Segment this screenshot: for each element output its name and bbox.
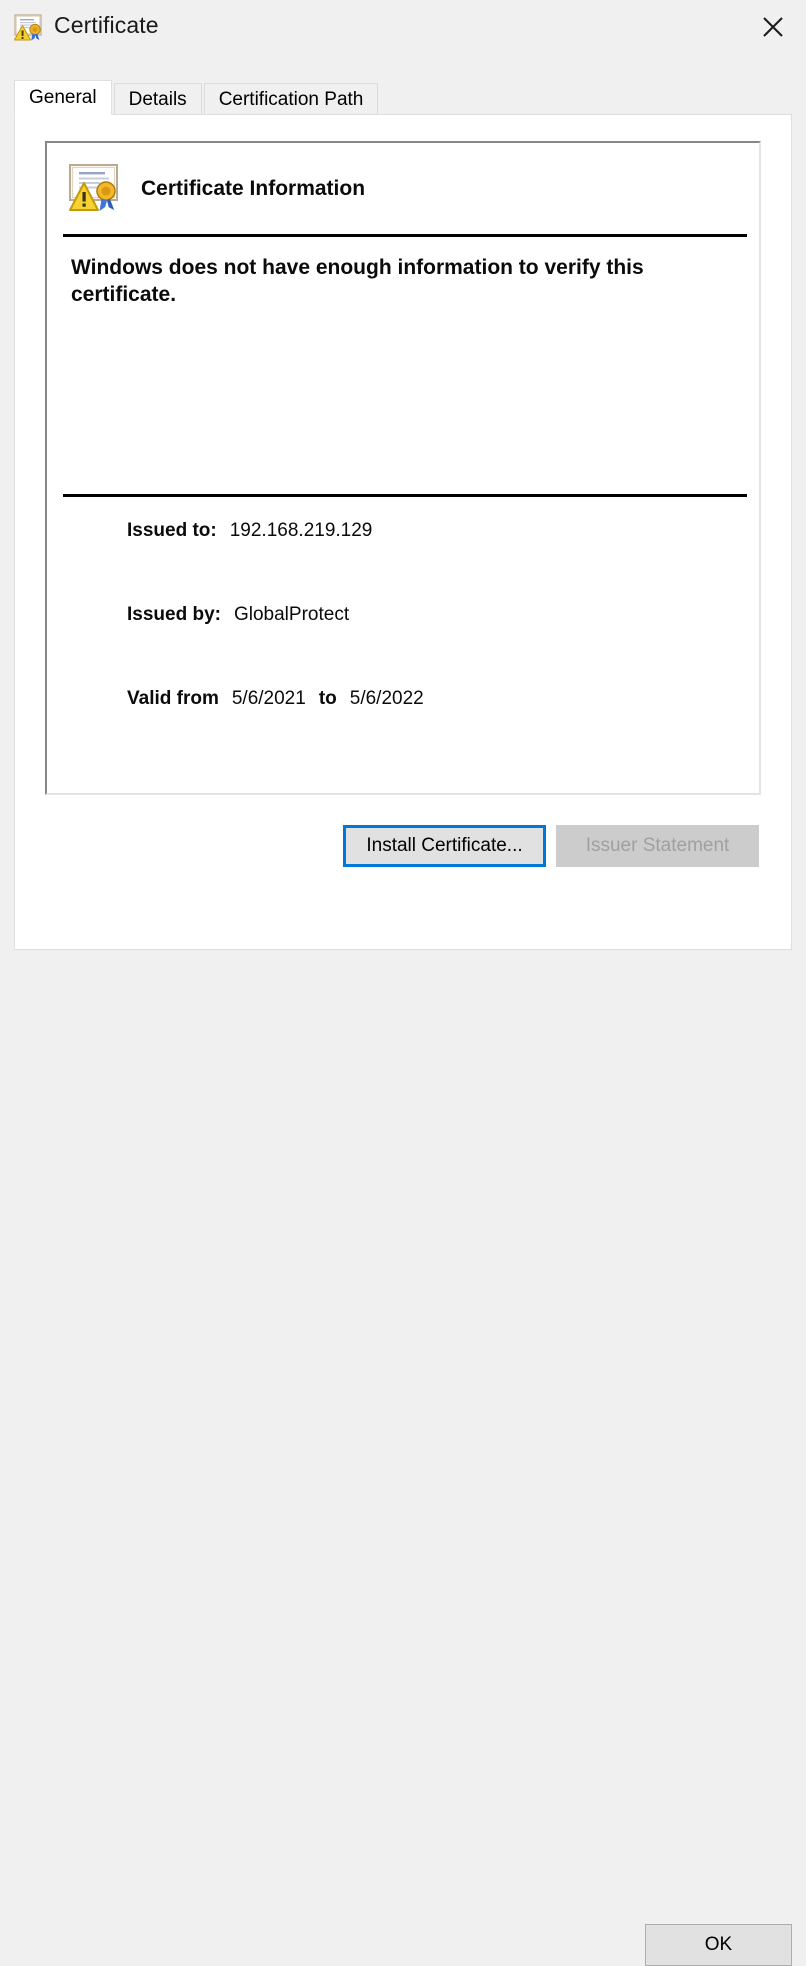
- general-tab-panel: Certificate Information Windows does not…: [14, 114, 792, 950]
- valid-to-value: 5/6/2022: [349, 688, 424, 709]
- tab-certification-path-label: Certification Path: [218, 88, 364, 110]
- issued-by-row: Issued by: GlobalProtect: [127, 604, 349, 626]
- certificate-info-header: Certificate Information: [67, 163, 365, 215]
- action-button-row: Install Certificate... Issuer Statement: [15, 825, 793, 875]
- tab-details-label: Details: [128, 88, 187, 110]
- certificate-warning-icon: [13, 13, 45, 43]
- issued-by-label: Issued by:: [127, 604, 221, 625]
- title-bar: Certificate: [0, 0, 806, 58]
- validity-row: Valid from 5/6/2021 to 5/6/2022: [127, 688, 424, 710]
- certificate-warning-icon: [67, 163, 123, 215]
- tab-general-label: General: [29, 86, 97, 108]
- details-separator: [63, 494, 747, 497]
- issued-to-value: 192.168.219.129: [229, 520, 373, 541]
- certificate-info-title: Certificate Information: [141, 177, 366, 200]
- valid-from-label: Valid from: [127, 688, 219, 709]
- certificate-info-box: Certificate Information Windows does not…: [45, 141, 761, 795]
- dialog-footer: OK: [0, 950, 806, 1966]
- install-certificate-button[interactable]: Install Certificate...: [343, 825, 546, 867]
- issuer-statement-button: Issuer Statement: [556, 825, 759, 867]
- header-separator: [63, 234, 747, 237]
- issued-to-label: Issued to:: [127, 520, 217, 541]
- ok-button-label: OK: [704, 1934, 733, 1955]
- window-title: Certificate: [54, 12, 159, 38]
- issuer-statement-label: Issuer Statement: [585, 835, 730, 856]
- ok-button[interactable]: OK: [645, 1924, 792, 1966]
- install-certificate-label: Install Certificate...: [366, 835, 523, 856]
- tab-strip: General Details Certification Path: [14, 80, 792, 115]
- tab-certification-path[interactable]: Certification Path: [203, 83, 379, 115]
- issued-by-value: GlobalProtect: [233, 604, 350, 625]
- close-button[interactable]: [740, 0, 806, 54]
- tab-general[interactable]: General: [14, 80, 112, 115]
- certificate-status-message: Windows does not have enough information…: [71, 256, 644, 306]
- valid-from-value: 5/6/2021: [231, 688, 306, 709]
- tab-details[interactable]: Details: [113, 83, 202, 115]
- valid-to-separator: to: [318, 688, 337, 709]
- issued-to-row: Issued to: 192.168.219.129: [127, 520, 372, 542]
- close-icon: [763, 17, 783, 37]
